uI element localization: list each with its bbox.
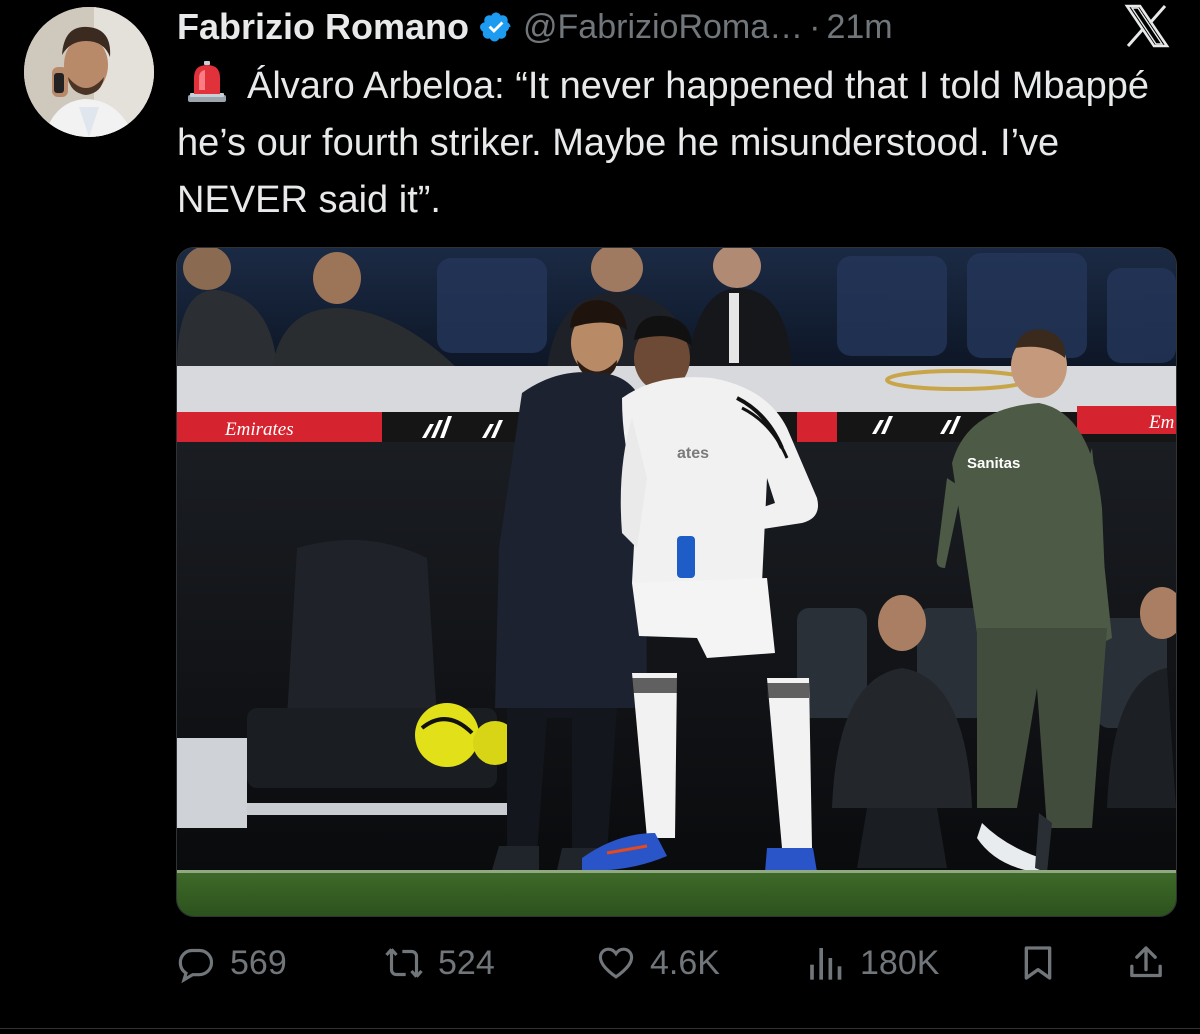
board-emirates-text: Emirates	[224, 419, 294, 440]
bottom-divider	[0, 1028, 1200, 1029]
like-count: 4.6K	[650, 943, 720, 982]
reply-icon	[178, 948, 214, 983]
heart-icon	[598, 947, 634, 979]
tweet-media-photo[interactable]: Emirates Em Sanitas ates	[176, 247, 1177, 917]
sponsor-text: Sanitas	[967, 455, 1020, 472]
tweet-body-text: Álvaro Arbeloa: “It never happened that …	[177, 65, 1150, 221]
reply-button[interactable]: 569	[176, 938, 287, 988]
author-name[interactable]: Fabrizio Romano	[177, 6, 469, 48]
repost-icon	[385, 948, 423, 978]
tweet-text: Álvaro Arbeloa: “It never happened that …	[177, 58, 1177, 229]
repost-button[interactable]: 524	[384, 938, 495, 988]
jersey-sponsor-text: ates	[677, 445, 709, 462]
view-count: 180K	[860, 943, 940, 982]
x-logo-icon	[1124, 4, 1170, 48]
views-button[interactable]: 180K	[806, 938, 939, 988]
repost-count: 524	[438, 943, 495, 982]
board-emirates-right-text: Em	[1148, 412, 1174, 433]
verified-badge-icon	[480, 12, 511, 42]
share-button[interactable]	[1126, 938, 1166, 988]
tweet-actions: 569 524 4.6K 180K	[176, 938, 1176, 988]
author-avatar[interactable]	[24, 7, 154, 137]
like-button[interactable]: 4.6K	[596, 938, 720, 988]
separator-dot: ·	[809, 7, 821, 46]
views-chart-icon	[810, 948, 842, 980]
timestamp[interactable]: 21m	[826, 8, 892, 47]
rotating-light-icon	[188, 61, 226, 102]
reply-count: 569	[230, 943, 287, 982]
share-icon	[1130, 946, 1162, 978]
bookmark-button[interactable]	[1018, 938, 1058, 988]
bookmark-icon	[1024, 946, 1052, 980]
tweet-header: Fabrizio Romano @FabrizioRoma… · 21m	[177, 2, 893, 52]
author-handle[interactable]: @FabrizioRoma…	[523, 8, 803, 47]
